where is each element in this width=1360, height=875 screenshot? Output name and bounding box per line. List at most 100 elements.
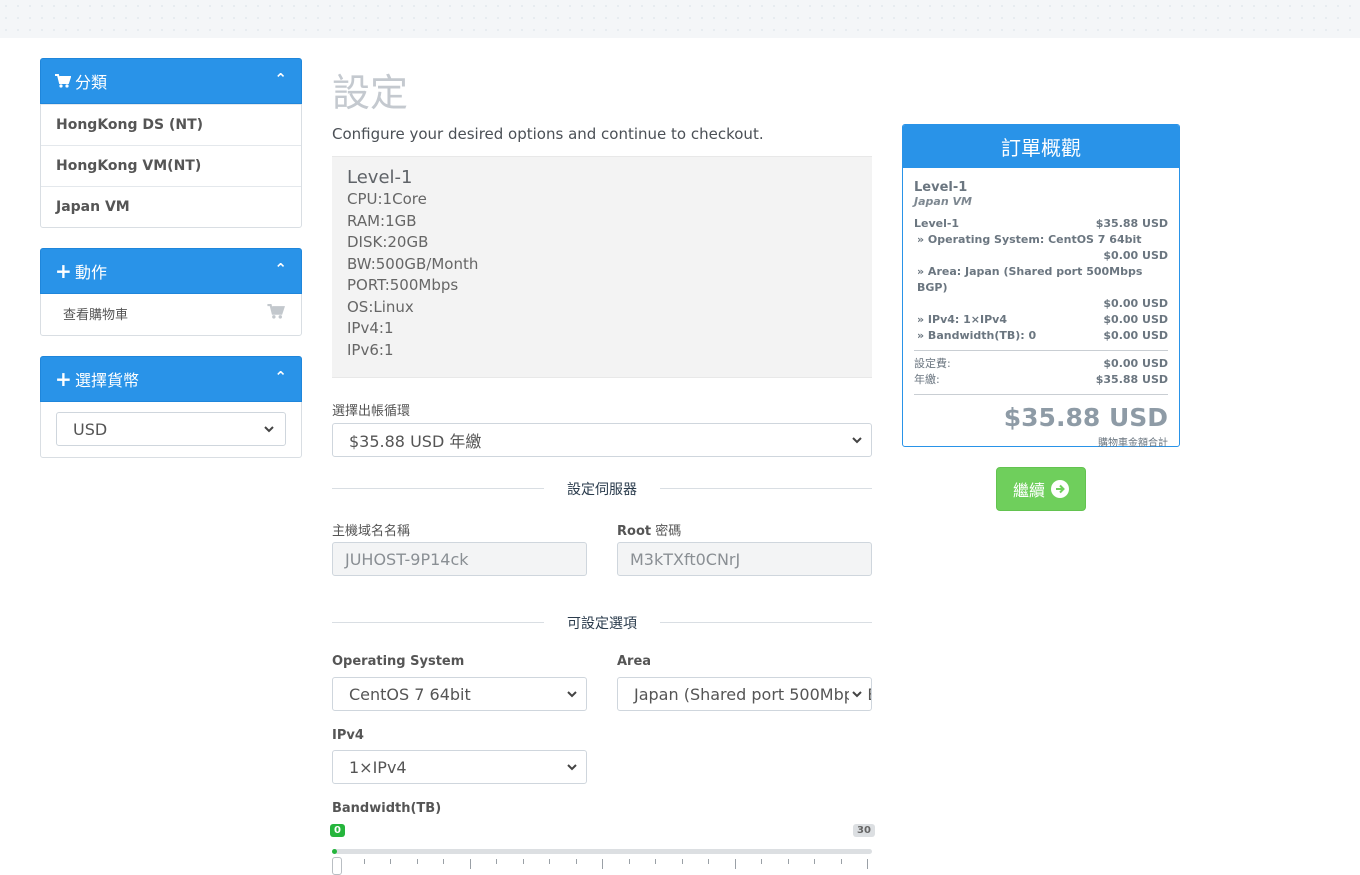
slider-tick — [549, 859, 550, 864]
product-spec-line: BW:500GB/Month — [347, 254, 479, 273]
slider-tick — [602, 859, 603, 869]
plus-icon: + — [55, 259, 72, 283]
summary-total: $35.88 USD — [1003, 403, 1168, 432]
categories-title: 分類 — [75, 73, 108, 92]
summary-option-label: » Area: Japan (Shared port 500Mbps BGP) — [917, 265, 1143, 294]
product-info-box: Level-1 CPU:1Core RAM:1GB DISK:20GB BW:5… — [332, 156, 872, 378]
summary-base-price: $35.88 USD — [1095, 217, 1168, 230]
billing-cycle-select[interactable]: $35.88 USD 年繳 — [332, 423, 872, 457]
slider-tick — [628, 859, 630, 864]
chevron-down-icon — [564, 686, 580, 702]
arrow-right-circle-icon — [1051, 480, 1069, 498]
root-label-bold: Root — [617, 524, 652, 539]
options-section-divider: 可設定選項 — [332, 613, 872, 633]
chevron-down-icon — [564, 759, 580, 775]
chevron-up-icon[interactable]: ⌃ — [274, 70, 287, 88]
slider-tick — [496, 859, 497, 864]
ipv4-label: IPv4 — [332, 728, 364, 743]
categories-panel: 分類 ⌃ HongKong DS (NT) HongKong VM(NT) Ja… — [40, 58, 302, 228]
slider-tick — [681, 859, 683, 864]
summary-option-label: » Bandwidth(TB): 0 — [917, 329, 1037, 342]
slider-tick — [840, 859, 842, 864]
bandwidth-slider-handle[interactable] — [332, 857, 342, 875]
actions-title: 動作 — [75, 263, 108, 282]
summary-setup-label: 設定費: — [914, 357, 951, 370]
categories-header[interactable]: 分類 ⌃ — [40, 58, 302, 104]
slider-tick — [522, 859, 524, 864]
bandwidth-slider-track[interactable] — [332, 849, 872, 854]
chevron-down-icon — [849, 686, 865, 702]
area-select[interactable]: Japan (Shared port 500Mbps BGP) — [617, 677, 872, 711]
summary-option-label: » IPv4: 1×IPv4 — [917, 313, 1007, 326]
billing-cycle-value: $35.88 USD 年繳 — [349, 432, 482, 451]
currency-title: 選擇貨幣 — [75, 371, 140, 390]
hostname-value: JUHOST-9P14ck — [345, 549, 469, 569]
actions-panel: + 動作 ⌃ 查看購物車 — [40, 248, 302, 336]
page-subtitle: Configure your desired options and conti… — [332, 125, 764, 143]
currency-value: USD — [73, 419, 108, 439]
ipv4-value: 1×IPv4 — [349, 757, 407, 777]
summary-option-price: $0.00 USD — [1103, 297, 1168, 310]
os-label: Operating System — [332, 654, 465, 669]
slider-value-badge: 0 — [330, 824, 345, 837]
product-spec-line: PORT:500Mbps — [347, 276, 459, 294]
slider-tick — [787, 859, 789, 864]
product-spec-line: RAM:1GB — [347, 211, 417, 230]
order-summary-title: 訂單概觀 — [903, 125, 1179, 168]
summary-option-price: $0.00 USD — [1103, 249, 1168, 262]
actions-header[interactable]: + 動作 ⌃ — [40, 248, 302, 294]
slider-tick — [363, 859, 365, 864]
slider-tick — [575, 859, 577, 864]
order-summary: 訂單概觀 Level-1 Japan VM Level-1 $35.88 USD… — [902, 124, 1180, 449]
slider-tick — [734, 859, 736, 869]
chevron-up-icon[interactable]: ⌃ — [274, 368, 287, 386]
slider-tick — [814, 859, 815, 864]
root-label-rest: 密碼 — [651, 524, 682, 539]
summary-base-label: Level-1 — [914, 217, 960, 230]
summary-product-group: Japan VM — [914, 195, 972, 208]
slider-tick — [708, 859, 709, 864]
server-section-title: 設定伺服器 — [567, 482, 637, 498]
plus-icon: + — [55, 367, 72, 391]
sidebar-item-hongkong-ds[interactable]: HongKong DS (NT) — [41, 104, 301, 145]
os-select[interactable]: CentOS 7 64bit — [332, 677, 587, 711]
summary-option-row: » IPv4: 1×IPv4 $0.00 USD — [914, 312, 1168, 328]
billing-cycle-label: 選擇出帳循環 — [332, 404, 411, 419]
slider-tick — [416, 859, 418, 864]
summary-option-row: » Bandwidth(TB): 0 $0.00 USD — [914, 328, 1168, 344]
chevron-down-icon — [264, 426, 274, 433]
page-title: 設定 — [332, 71, 409, 115]
slider-tick — [761, 859, 762, 864]
summary-annual-row: 年繳: $35.88 USD — [914, 372, 1168, 388]
options-section-title: 可設定選項 — [567, 616, 637, 632]
chevron-up-icon[interactable]: ⌃ — [274, 260, 287, 278]
continue-label: 繼續 — [1012, 481, 1045, 500]
currency-select[interactable]: USD — [56, 412, 286, 446]
view-cart-label: 查看購物車 — [63, 307, 129, 323]
product-spec-line: DISK:20GB — [347, 233, 429, 251]
continue-button[interactable]: 繼續 — [996, 467, 1086, 511]
root-password-label: Root 密碼 — [617, 520, 681, 539]
summary-setup-price: $0.00 USD — [1103, 357, 1168, 370]
slider-max-badge: 30 — [853, 824, 875, 837]
root-password-value: M3kTXft0CNrJ — [630, 549, 741, 569]
hostname-field[interactable]: JUHOST-9P14ck — [332, 542, 587, 576]
ipv4-select[interactable]: 1×IPv4 — [332, 750, 587, 784]
summary-annual-price: $35.88 USD — [1095, 373, 1168, 386]
product-spec-line: IPv4:1 — [347, 319, 394, 337]
area-label: Area — [617, 654, 652, 669]
sidebar-item-japan-vm[interactable]: Japan VM — [41, 186, 301, 227]
os-value: CentOS 7 64bit — [349, 684, 471, 704]
slider-tick — [390, 859, 391, 864]
cart-icon — [267, 303, 285, 323]
currency-header[interactable]: + 選擇貨幣 ⌃ — [40, 356, 302, 402]
summary-product-name: Level-1 — [914, 180, 968, 195]
currency-panel: + 選擇貨幣 ⌃ USD — [40, 356, 302, 458]
sidebar-item-hongkong-vm[interactable]: HongKong VM(NT) — [41, 145, 301, 186]
product-name: Level-1 — [347, 167, 413, 188]
view-cart-link[interactable]: 查看購物車 — [41, 294, 301, 332]
chevron-down-icon — [849, 432, 865, 448]
cart-icon — [55, 74, 75, 88]
root-password-field[interactable]: M3kTXft0CNrJ — [617, 542, 872, 576]
summary-divider — [914, 350, 1168, 351]
